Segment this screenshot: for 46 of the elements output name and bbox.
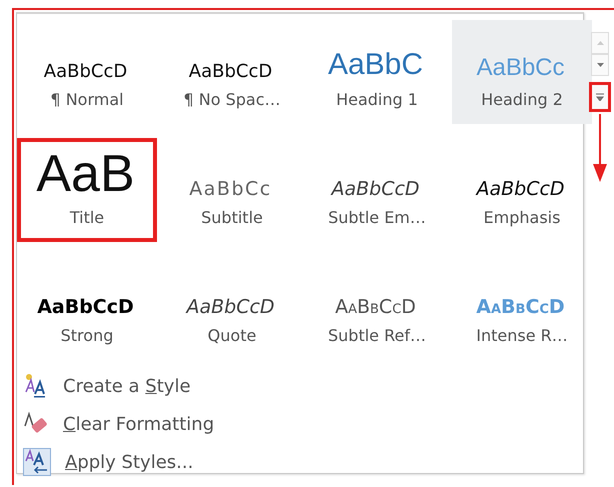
style-name: ¶ Normal [50,90,124,109]
style-preview: AaBbCcD [37,296,135,318]
style-preview: AaBbCcD [186,296,276,318]
style-option[interactable]: AaBbCcD ¶ No Spac… [162,20,302,124]
style-name: Subtitle [201,208,263,227]
style-name: Subtle Em… [328,208,426,227]
style-preview: AaBbCcD [331,178,421,200]
style-option[interactable]: AaBbCcD Quote [162,256,302,360]
style-option[interactable]: AaB Title [17,138,157,242]
style-option[interactable]: AaBbCcD Intense R… [452,256,592,360]
style-preview: AaB [36,148,136,200]
style-name: Heading 1 [336,90,418,109]
apply-styles-icon [23,448,51,476]
style-name: Subtle Ref… [328,326,426,345]
menu-item[interactable]: Create a Style [63,376,191,396]
style-preview: AaBbCc [476,54,566,82]
style-preview: AaBbCcD [476,296,566,318]
down-arrow-icon [596,63,604,67]
style-option[interactable]: AaBbCc Heading 2 [452,20,592,124]
up-arrow-icon [596,41,604,45]
style-name: Title [70,208,104,227]
style-preview: AaBbCcD [476,178,566,200]
style-name: Emphasis [484,208,560,227]
style-name: Heading 2 [481,90,563,109]
style-name: ¶ No Spac… [183,90,281,109]
menu-item[interactable]: Apply Styles... [65,452,194,472]
style-name: Intense R… [476,326,568,345]
menu-item[interactable]: Clear Formatting [63,414,214,434]
style-option[interactable]: AaBbCcD ¶ Normal [17,20,157,124]
style-option[interactable]: AaBbCc Subtitle [162,138,302,242]
style-preview: AaBbCcD [188,61,274,82]
annotation-arrow [593,114,607,184]
style-option[interactable]: AaBbCcD Emphasis [452,138,592,242]
scroll-down-button[interactable] [591,54,609,76]
style-preview: AaBbC [328,48,424,82]
style-option[interactable]: AaBbCcD Subtle Ref… [307,256,447,360]
style-preview: AaBbCcD [335,296,417,318]
expand-icon [596,93,604,101]
style-option[interactable]: AaBbC Heading 1 [307,20,447,124]
style-option[interactable]: AaBbCcD Strong [17,256,157,360]
more-button[interactable] [589,82,611,112]
style-name: Quote [208,326,256,345]
style-option[interactable]: AaBbCcD Subtle Em… [307,138,447,242]
style-preview: AaBbCc [189,178,273,200]
style-name: Strong [60,326,114,345]
style-preview: AaBbCcD [44,61,128,82]
